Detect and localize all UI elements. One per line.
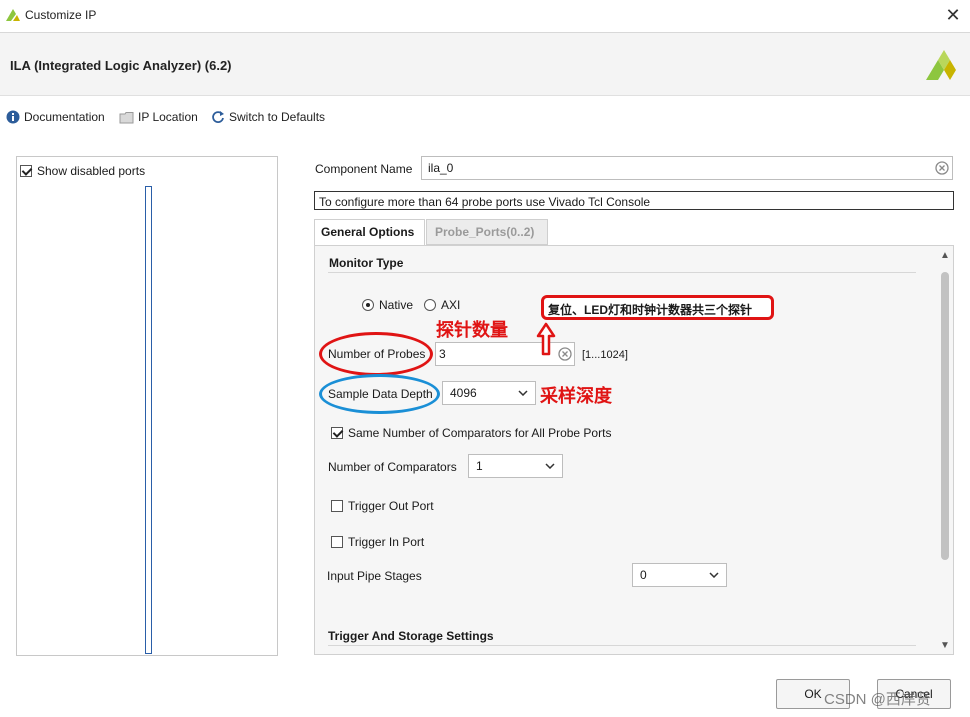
tcl-console-note: To configure more than 64 probe ports us… <box>314 191 954 210</box>
section-divider <box>328 272 916 273</box>
ip-location-label: IP Location <box>138 110 198 124</box>
xilinx-logo-icon <box>926 50 956 80</box>
title-bar <box>0 0 970 33</box>
tab-general-options[interactable]: General Options <box>314 219 425 245</box>
trigger-out-label: Trigger Out Port <box>348 499 434 513</box>
component-name-label: Component Name <box>315 162 413 176</box>
show-disabled-ports-checkbox[interactable]: Show disabled ports <box>20 164 145 178</box>
checkbox-box <box>331 427 343 439</box>
info-icon <box>6 110 20 124</box>
chevron-down-icon <box>545 463 555 469</box>
ip-location-button[interactable]: IP Location <box>119 108 198 126</box>
trigger-out-port-checkbox[interactable]: Trigger Out Port <box>331 499 434 513</box>
number-of-comparators-select[interactable]: 1 <box>468 454 563 478</box>
comparators-value: 1 <box>476 459 483 473</box>
scroll-down-arrow[interactable]: ▼ <box>938 639 952 653</box>
chevron-down-icon <box>518 390 528 396</box>
trigger-in-port-checkbox[interactable]: Trigger In Port <box>331 535 424 549</box>
documentation-label: Documentation <box>24 110 105 124</box>
annotation-probe-count: 探针数量 <box>436 320 508 340</box>
annotation-probe-note: 复位、LED灯和时钟计数器共三个探针 <box>541 295 774 320</box>
radio-dot <box>424 299 436 311</box>
checkbox-box <box>331 500 343 512</box>
axi-label: AXI <box>441 298 461 312</box>
number-of-comparators-label: Number of Comparators <box>328 460 457 474</box>
show-disabled-ports-label: Show disabled ports <box>37 164 146 178</box>
switch-to-defaults-label: Switch to Defaults <box>229 110 326 124</box>
close-button[interactable]: ✕ <box>940 4 966 28</box>
folder-icon <box>119 111 134 123</box>
chevron-down-icon <box>709 572 719 578</box>
ip-title: ILA (Integrated Logic Analyzer) (6.2) <box>10 58 232 73</box>
documentation-button[interactable]: Documentation <box>6 108 105 126</box>
same-comparators-checkbox[interactable]: Same Number of Comparators for All Probe… <box>331 426 611 440</box>
switch-to-defaults-button[interactable]: Switch to Defaults <box>211 108 325 126</box>
input-pipe-stages-select[interactable]: 0 <box>632 563 727 587</box>
pipe-stages-value: 0 <box>640 568 647 582</box>
annotation-ellipse-probes <box>319 332 433 376</box>
vivado-logo-icon <box>6 9 20 21</box>
checkbox-box <box>20 165 32 177</box>
sample-data-depth-select[interactable]: 4096 <box>442 381 536 405</box>
annotation-up-arrow-icon <box>536 322 556 356</box>
component-name-input[interactable]: ila_0 <box>421 156 953 180</box>
refresh-icon <box>212 111 224 123</box>
trigger-in-label: Trigger In Port <box>348 535 425 549</box>
monitor-native-radio[interactable]: Native <box>362 298 413 312</box>
watermark: CSDN @西岸贤 <box>824 691 931 708</box>
clear-circle-icon[interactable] <box>935 161 949 175</box>
sample-depth-value: 4096 <box>450 386 477 400</box>
input-pipe-stages-label: Input Pipe Stages <box>327 569 422 583</box>
window-title: Customize IP <box>25 8 97 22</box>
section-divider <box>328 645 916 646</box>
radio-dot <box>362 299 374 311</box>
trigger-storage-heading: Trigger And Storage Settings <box>328 629 494 643</box>
scroll-up-arrow[interactable]: ▲ <box>938 249 952 263</box>
monitor-type-heading: Monitor Type <box>329 256 404 270</box>
scrollbar-thumb[interactable] <box>941 272 949 560</box>
native-label: Native <box>379 298 414 312</box>
annotation-sample-depth: 采样深度 <box>540 386 612 406</box>
tab-probe-ports[interactable]: Probe_Ports(0..2) <box>426 219 548 245</box>
clear-circle-icon[interactable] <box>558 347 572 361</box>
number-of-probes-range: [1...1024] <box>582 349 628 361</box>
checkbox-box <box>331 536 343 548</box>
monitor-axi-radio[interactable]: AXI <box>424 298 460 312</box>
same-comparators-label: Same Number of Comparators for All Probe… <box>348 426 612 440</box>
annotation-ellipse-depth <box>319 374 440 414</box>
ip-symbol-block <box>145 186 152 654</box>
